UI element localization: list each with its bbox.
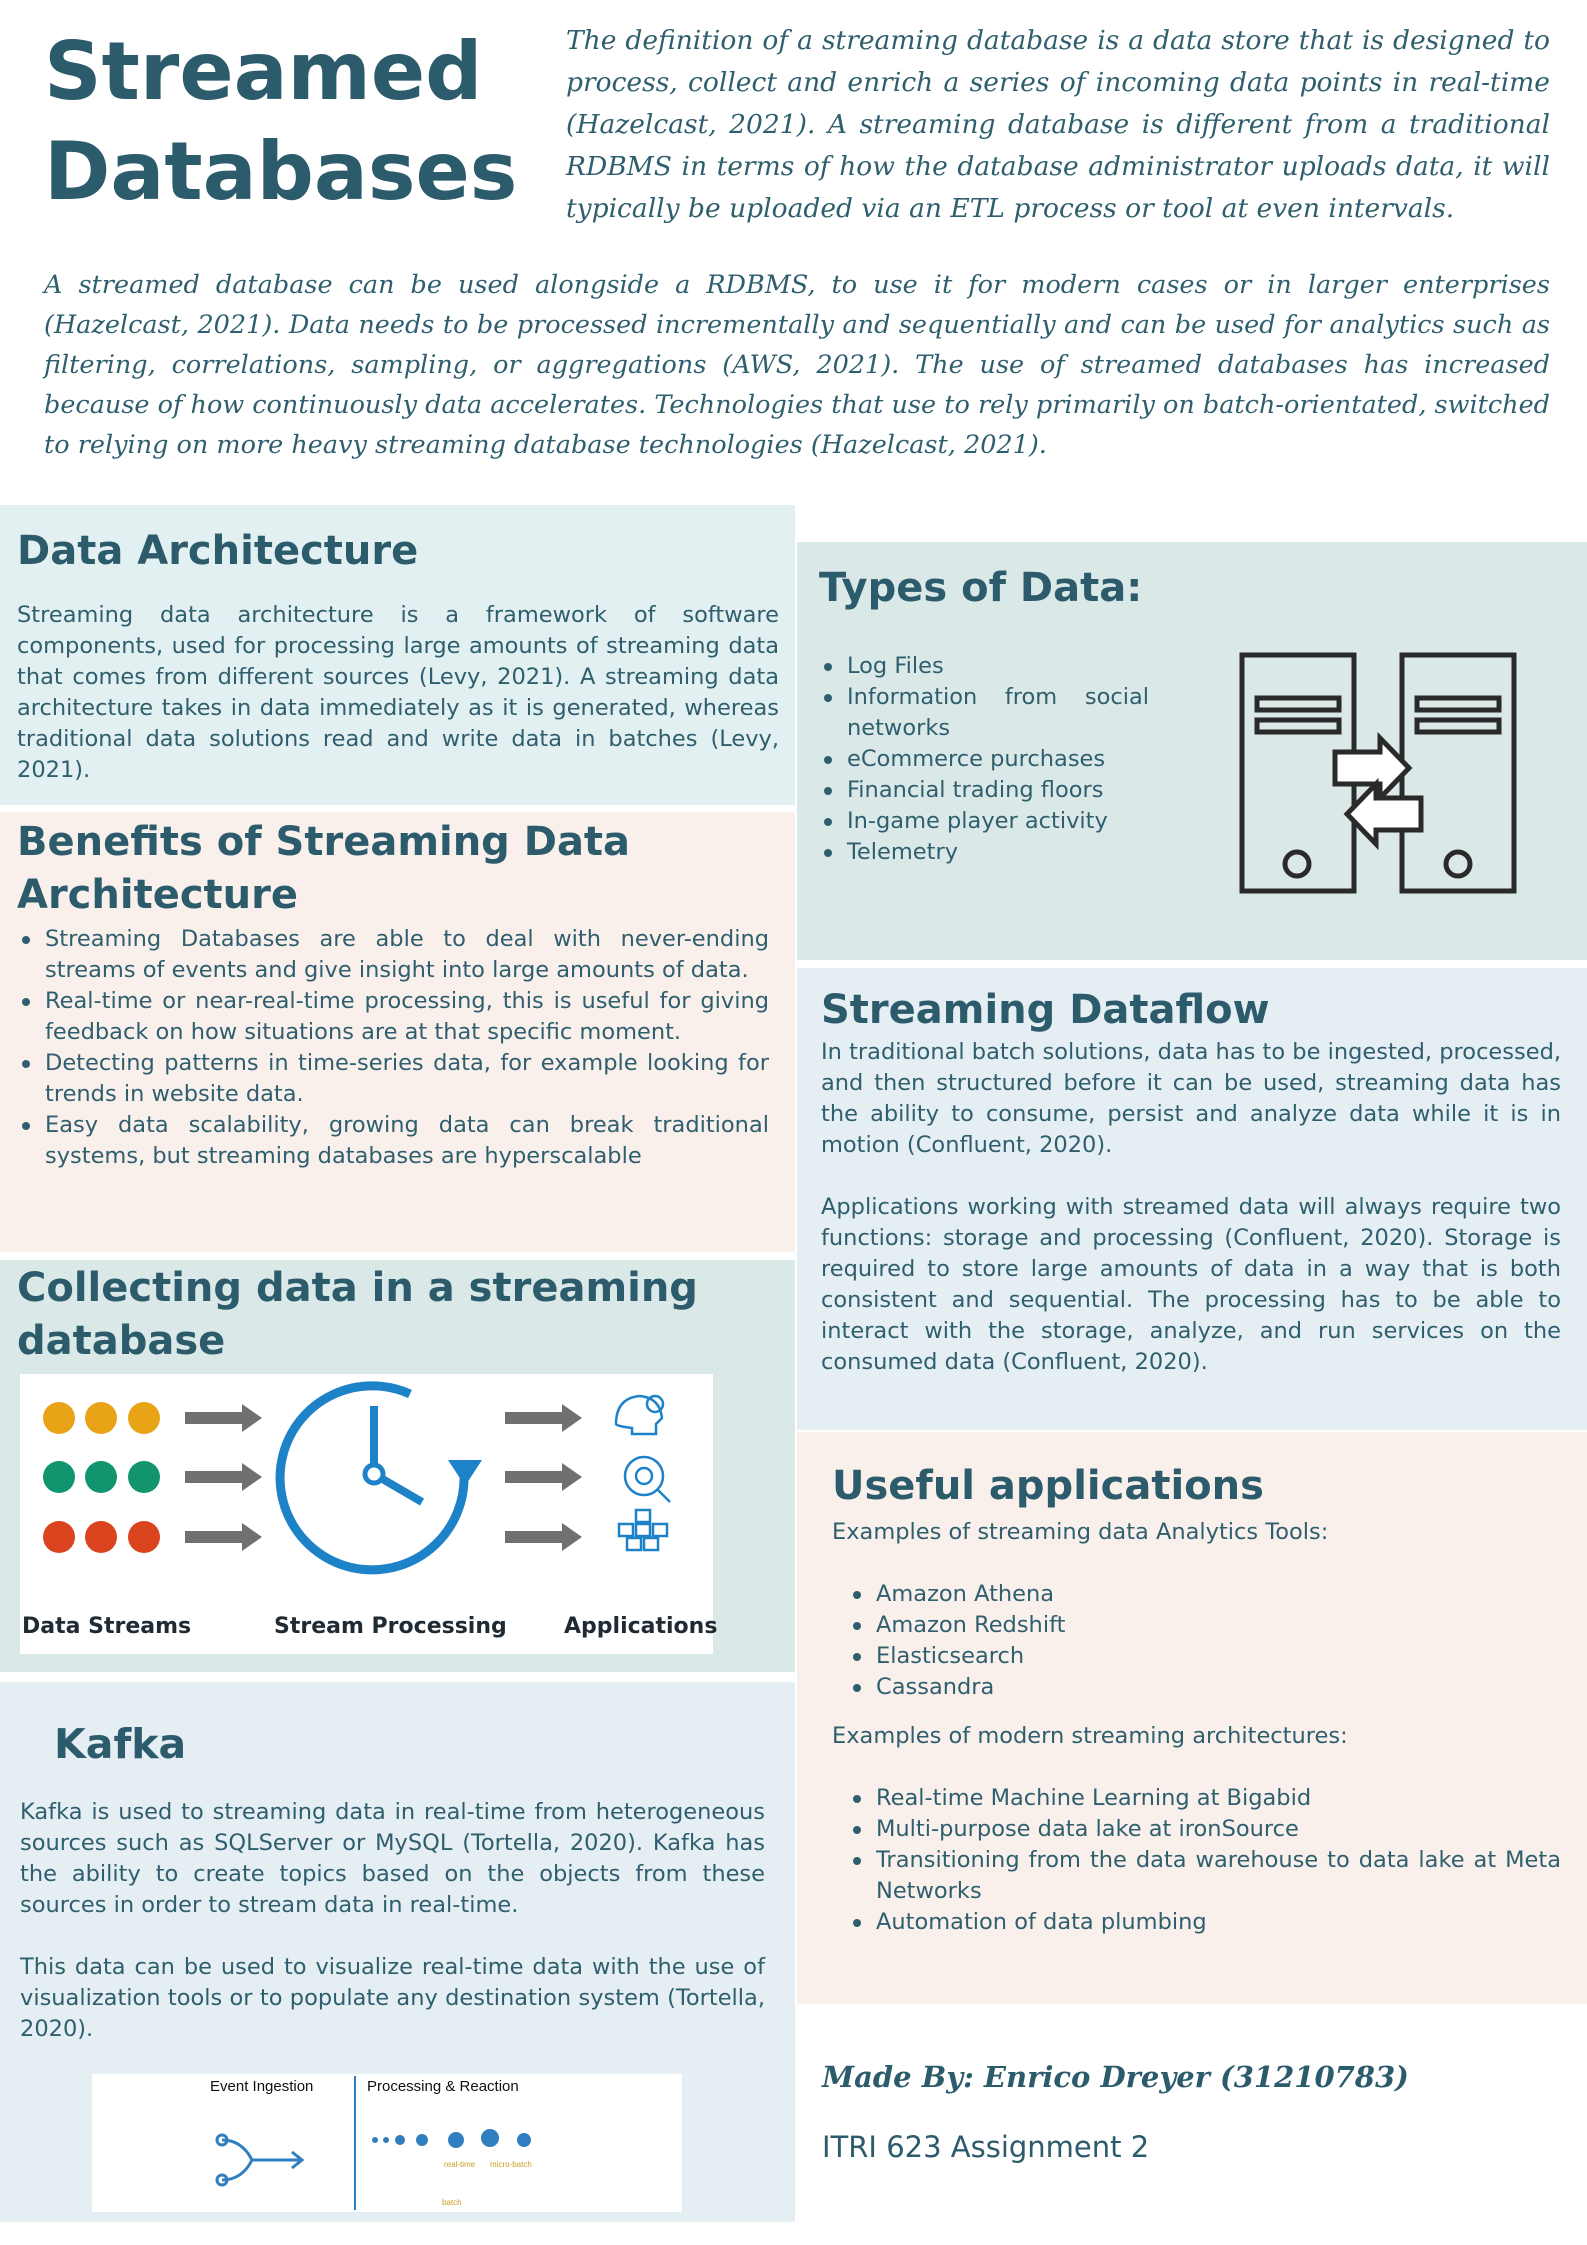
kafka-diagram-microbatch-label: micro-batch [490, 2160, 532, 2169]
page-title-line2: Databases [44, 125, 518, 218]
architectures-intro: Examples of modern streaming architectur… [832, 1723, 1348, 1749]
data-architecture-body: Streaming data architecture is a framewo… [17, 602, 779, 783]
page-title-line1: Streamed [44, 25, 483, 118]
stream-processing-diagram: Data Streams Stream Processing Applicati… [20, 1374, 717, 1654]
list-item: Amazon Redshift [848, 1610, 1561, 1641]
stream-processing-graphic [43, 1381, 671, 1575]
list-item: Cassandra [848, 1672, 1561, 1703]
list-item: In-game player activity [819, 806, 1149, 837]
kafka-diagram-batch-label: batch [442, 2198, 462, 2207]
streaming-dataflow-panel: Streaming Dataflow In traditional batch … [797, 968, 1587, 1430]
author-credit: Made By: Enrico Dreyer (31210783) [822, 2060, 1409, 2094]
kafka-diagram-graphic [215, 2076, 531, 2210]
types-of-data-panel: Types of Data: Log Files Information fro… [797, 542, 1587, 960]
benefits-panel: Benefits of Streaming Data Architecture … [0, 812, 795, 1252]
caption-data-streams: Data Streams [22, 1614, 192, 1639]
intro-paragraph: The definition of a streaming database i… [566, 25, 1550, 224]
streaming-dataflow-heading: Streaming Dataflow [821, 987, 1270, 1033]
collecting-heading: Collecting data in a streaming database [17, 1265, 698, 1364]
list-item: Information from social networks [819, 682, 1149, 744]
list-item: Real-time or near-real-time processing, … [17, 986, 769, 1048]
arrow-icons-left [185, 1404, 262, 1551]
streaming-dataflow-paragraph-1: In traditional batch solutions, data has… [821, 1039, 1561, 1158]
clock-icon [275, 1381, 482, 1575]
kafka-paragraph-2: This data can be used to visualize real-… [20, 1954, 765, 2042]
list-item: Financial trading floors [819, 775, 1149, 806]
benefits-heading: Benefits of Streaming Data Architecture [17, 819, 631, 918]
list-item: eCommerce purchases [819, 744, 1149, 775]
tools-list: Amazon Athena Amazon Redshift Elasticsea… [832, 1579, 1561, 1703]
assignment-label: ITRI 623 Assignment 2 [822, 2130, 1150, 2164]
list-item: Transitioning from the data warehouse to… [848, 1845, 1561, 1907]
server-transfer-icon [1239, 652, 1517, 894]
list-item: Easy data scalability, growing data can … [17, 1110, 769, 1172]
intro-paragraph-2: A streamed database can be used alongsid… [44, 270, 1550, 460]
caption-applications: Applications [564, 1614, 718, 1639]
kafka-diagram: Event Ingestion Processing & Reaction re… [92, 2074, 682, 2212]
list-item: Log Files [819, 651, 1149, 682]
arrow-icons-right [505, 1404, 582, 1551]
kafka-paragraph-1: Kafka is used to streaming data in real-… [20, 1799, 765, 1918]
streaming-dataflow-paragraph-2: Applications working with streamed data … [821, 1194, 1561, 1375]
types-of-data-list: Log Files Information from social networ… [819, 651, 1149, 868]
tools-intro: Examples of streaming data Analytics Too… [832, 1519, 1329, 1545]
list-item: Telemetry [819, 837, 1149, 868]
kafka-diagram-realtime-label: real-time [444, 2160, 476, 2169]
list-item: Detecting patterns in time-series data, … [17, 1048, 769, 1110]
list-item: Amazon Athena [848, 1579, 1561, 1610]
list-item: Multi-purpose data lake at ironSource [848, 1814, 1561, 1845]
benefits-list: Streaming Databases are able to deal wit… [17, 924, 769, 1172]
caption-stream-processing: Stream Processing [274, 1614, 507, 1639]
list-item: Automation of data plumbing [848, 1907, 1561, 1938]
page-title: Streamed Databases [44, 22, 544, 222]
useful-applications-heading: Useful applications [832, 1463, 1264, 1509]
application-icons [614, 1394, 671, 1552]
useful-applications-panel: Useful applications Examples of streamin… [797, 1432, 1587, 2004]
list-item: Real-time Machine Learning at Bigabid [848, 1783, 1561, 1814]
data-architecture-panel: Data Architecture Streaming data archite… [0, 505, 795, 805]
ingestion-icon [215, 2133, 305, 2187]
data-architecture-heading: Data Architecture [17, 528, 419, 574]
data-stream-dots [43, 1402, 160, 1553]
processing-dots [372, 2129, 531, 2148]
list-item: Streaming Databases are able to deal wit… [17, 924, 769, 986]
list-item: Elasticsearch [848, 1641, 1561, 1672]
types-of-data-heading: Types of Data: [819, 565, 1143, 611]
architectures-list: Real-time Machine Learning at Bigabid Mu… [832, 1783, 1561, 1938]
kafka-heading: Kafka [54, 1720, 187, 1768]
